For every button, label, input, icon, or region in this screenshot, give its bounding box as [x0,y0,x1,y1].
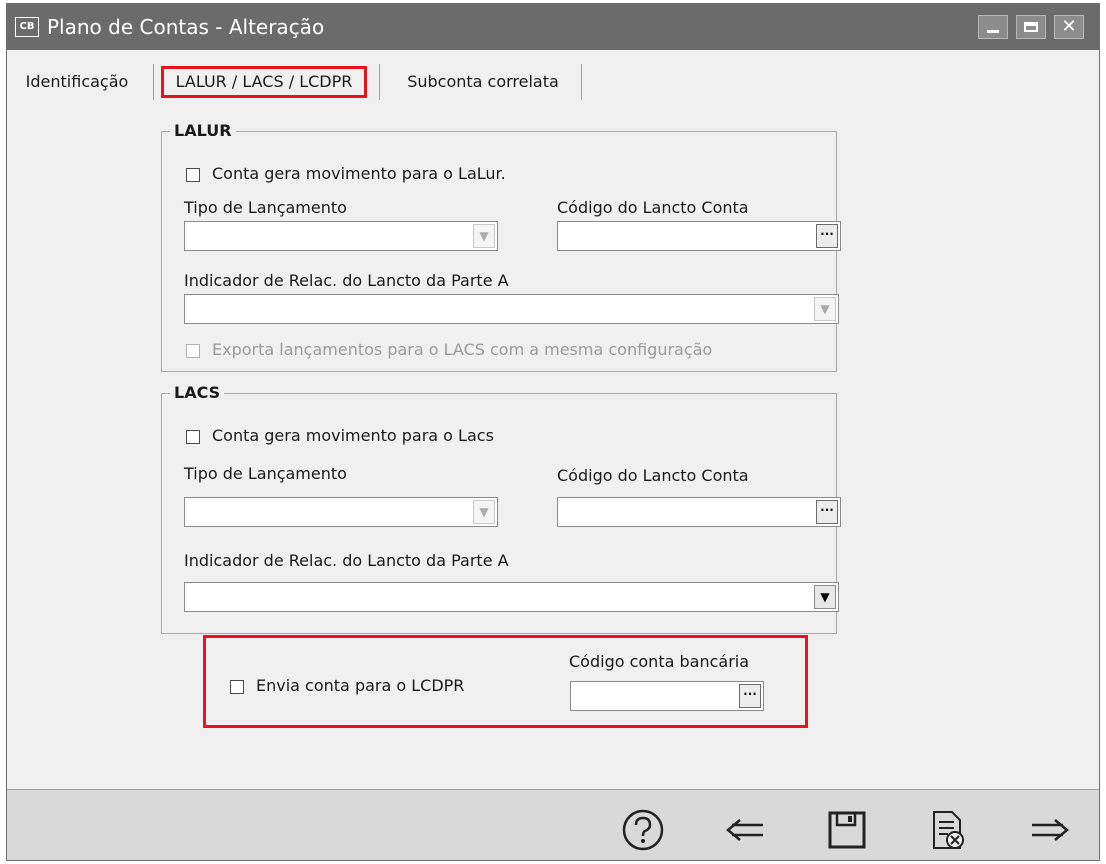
lacs-indicador-label: Indicador de Relac. do Lancto da Parte A [184,551,509,570]
cancel-document-button[interactable] [926,808,970,852]
lacs-codigo-lookup-button[interactable]: ··· [816,500,838,524]
lalur-export-checkbox[interactable] [186,344,200,358]
close-button[interactable]: ✕ [1054,15,1084,39]
lalur-movement-checkbox[interactable] [186,168,200,182]
tab-bar: Identificação LALUR / LACS / LCDPR Subco… [7,62,1099,102]
lacs-codigo-label: Código do Lancto Conta [557,466,749,485]
back-arrow-icon [726,819,763,841]
tab-divider [379,64,380,100]
tab-label: LALUR / LACS / LCDPR [175,72,353,91]
chevron-down-icon[interactable]: ▼ [473,500,495,524]
lalur-codigo-label: Código do Lancto Conta [557,198,749,217]
window-title: Plano de Contas - Alteração [47,15,325,39]
lacs-movement-checkbox[interactable] [186,430,200,444]
bank-code-label: Código conta bancária [569,652,750,671]
help-icon [622,809,664,851]
lalur-tipo-label: Tipo de Lançamento [184,198,347,217]
tab-identificacao[interactable]: Identificação [13,62,141,102]
lalur-export-label: Exporta lançamentos para o LACS com a me… [212,340,713,359]
lacs-group: LACS Conta gera movimento para o Lacs Ti… [161,383,841,634]
lcdpr-checkbox[interactable] [230,680,244,694]
tab-lalur-lacs-lcdpr[interactable]: LALUR / LACS / LCDPR [159,62,369,102]
forward-arrow-icon [1032,819,1069,841]
lacs-tipo-label: Tipo de Lançamento [184,464,347,483]
app-icon: CB [15,17,39,37]
back-button[interactable] [723,808,767,852]
save-icon [828,811,866,849]
chevron-down-icon[interactable]: ▼ [473,224,495,248]
lcdpr-highlight-box: Envia conta para o LCDPR Código conta ba… [203,635,808,728]
lacs-tipo-combo[interactable]: ▼ [184,497,498,527]
save-button[interactable] [825,808,869,852]
lalur-indicador-label: Indicador de Relac. do Lancto da Parte A [184,271,509,290]
lacs-indicador-combo[interactable]: ▼ [184,582,839,612]
minimize-button[interactable] [978,15,1008,39]
footer-toolbar [7,790,1099,860]
lacs-group-title: LACS [170,383,225,403]
forward-button[interactable] [1028,808,1072,852]
minimize-icon [987,30,999,33]
lacs-movement-label: Conta gera movimento para o Lacs [212,426,494,445]
tab-divider [153,64,154,100]
lcdpr-checkbox-label: Envia conta para o LCDPR [256,676,465,695]
maximize-button[interactable] [1016,15,1046,39]
title-bar[interactable]: CB Plano de Contas - Alteração ✕ [7,4,1099,50]
chevron-down-icon[interactable]: ▼ [814,297,836,321]
lalur-codigo-input[interactable]: ··· [557,221,841,251]
tab-subconta-correlata[interactable]: Subconta correlata [385,62,581,102]
maximize-icon [1024,22,1038,32]
close-icon: ✕ [1061,16,1077,37]
lalur-tipo-combo[interactable]: ▼ [184,221,498,251]
bank-code-lookup-button[interactable]: ··· [739,684,761,708]
help-button[interactable] [621,808,665,852]
lalur-indicador-combo[interactable]: ▼ [184,294,839,324]
chevron-down-icon[interactable]: ▼ [814,585,836,609]
window: CB Plano de Contas - Alteração ✕ Identif… [6,3,1100,861]
tab-highlight: LALUR / LACS / LCDPR [161,66,367,98]
lalur-codigo-lookup-button[interactable]: ··· [816,224,838,248]
tab-divider [581,64,582,100]
lalur-movement-label: Conta gera movimento para o LaLur. [212,164,506,183]
lalur-group: LALUR Conta gera movimento para o LaLur.… [161,121,841,372]
lacs-codigo-input[interactable]: ··· [557,497,841,527]
lalur-group-title: LALUR [170,121,236,141]
cancel-document-icon [933,811,964,849]
bank-code-input[interactable]: ··· [570,681,764,711]
